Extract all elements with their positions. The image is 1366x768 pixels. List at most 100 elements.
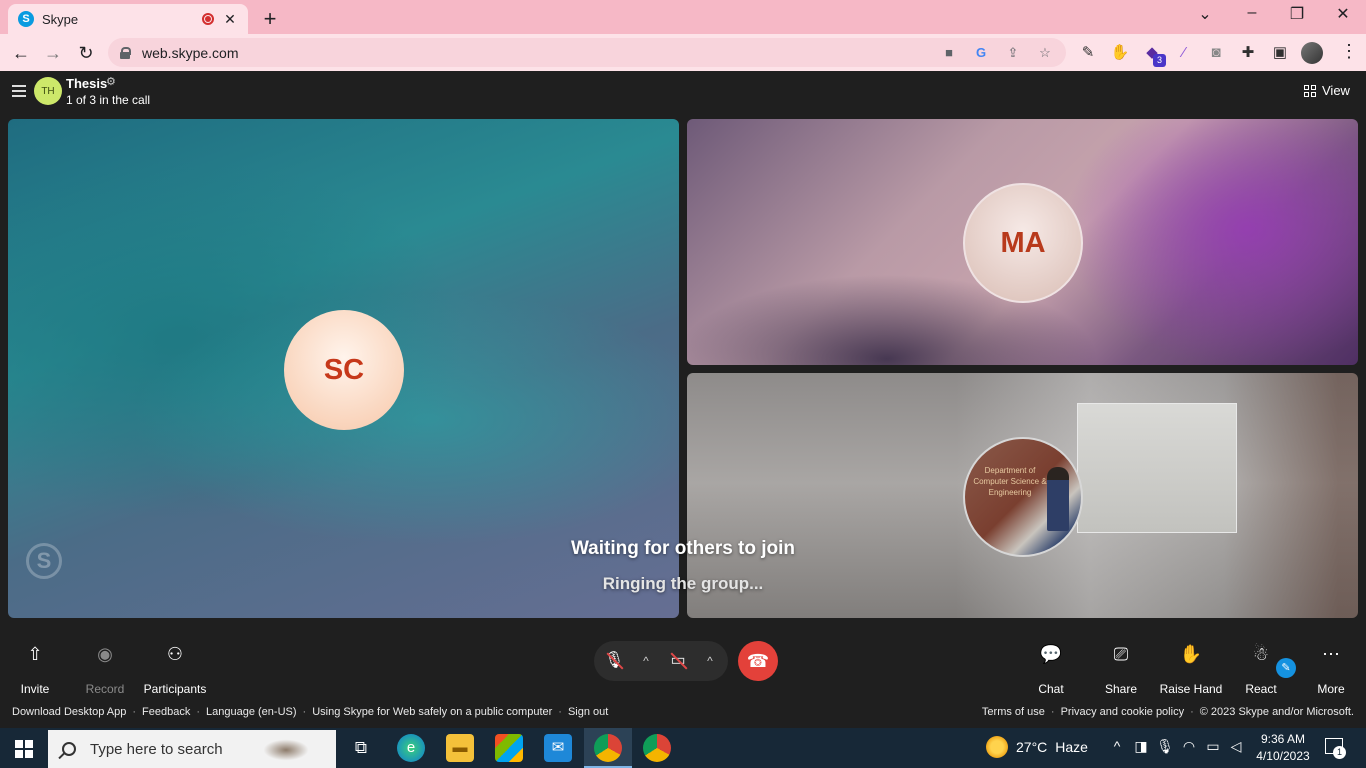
invite-label: Invite — [20, 682, 50, 696]
footer-separator: · — [302, 706, 307, 718]
footer-link-terms[interactable]: Terms of use — [982, 706, 1045, 718]
footer-link-language[interactable]: Language (en-US) — [206, 706, 297, 718]
meet-now-icon[interactable]: ◨ — [1132, 738, 1150, 755]
ringing-message: Ringing the group... — [602, 574, 764, 593]
search-icon — [62, 742, 76, 756]
pen-icon[interactable]: ⁄ — [1173, 42, 1195, 64]
tray-chevron-icon[interactable]: ^ — [1108, 738, 1126, 754]
search-placeholder: Type here to search — [90, 740, 223, 758]
camera-options-chevron-icon[interactable]: ^ — [702, 649, 718, 673]
footer-link-privacy[interactable]: Privacy and cookie policy — [1061, 706, 1185, 718]
google-icon[interactable]: G — [972, 44, 990, 62]
microphone-icon[interactable]: 🎙 — [1156, 738, 1174, 755]
raise-hand-label: Raise Hand — [1159, 682, 1223, 696]
record-button[interactable]: ◉ Record — [70, 642, 140, 696]
mic-muted-icon[interactable]: 🎙 — [602, 649, 626, 673]
footer-separator: · — [132, 706, 137, 718]
browser-tab-skype[interactable]: S Skype ✕ — [8, 4, 248, 34]
tab-search-icon[interactable]: ⌄ — [1190, 4, 1220, 24]
mail-icon[interactable]: ✉ — [544, 734, 572, 762]
more-button[interactable]: ⋯ More — [1296, 642, 1366, 696]
footer-link-download[interactable]: Download Desktop App — [12, 706, 126, 718]
footer-link-signout[interactable]: Sign out — [568, 706, 608, 718]
sidepanel-icon[interactable]: ▣ — [1269, 42, 1291, 64]
more-label: More — [1317, 682, 1345, 696]
edge-icon[interactable]: e — [397, 734, 425, 762]
photo-sign-text: Department of Computer Science & Enginee… — [973, 466, 1047, 497]
address-bar[interactable]: web.skype.com ■ G ⇪ ☆ — [108, 38, 1066, 67]
camera-icon[interactable]: ■ — [940, 44, 958, 62]
footer-link-feedback[interactable]: Feedback — [142, 706, 190, 718]
extension-badge: 3 — [1153, 54, 1166, 67]
waiting-message: Waiting for others to join — [570, 538, 796, 559]
weather-temp: 27°C — [1016, 739, 1048, 755]
tab-title: Skype — [42, 11, 79, 27]
wifi-icon[interactable]: ◠ — [1180, 738, 1198, 755]
call-header: TH Thesis ⚙ 1 of 3 in the call View — [0, 71, 1366, 119]
screenshot-icon[interactable]: ◙ — [1205, 42, 1227, 64]
photo-person — [1047, 467, 1069, 531]
reload-icon[interactable]: ↻ — [73, 40, 99, 66]
footer-separator: · — [1050, 706, 1055, 718]
raise-hand-button[interactable]: ✋ Raise Hand — [1156, 642, 1226, 696]
share-screen-icon: ⎚ — [1113, 644, 1129, 664]
task-view-icon[interactable]: ⧉ — [347, 734, 375, 762]
haze-weather-icon — [986, 736, 1008, 758]
group-settings-icon[interactable]: ⚙ — [106, 75, 116, 88]
share-icon[interactable]: ⇪ — [1004, 44, 1022, 62]
call-controls-bar: ⇧ Invite ◉ Record ⚇ Participants 🎙 ^ ▭ ^… — [0, 626, 1366, 710]
end-call-button[interactable]: ☎ — [738, 641, 778, 681]
volume-icon[interactable]: ◁ — [1227, 738, 1245, 755]
chat-button[interactable]: 💬 Chat — [1016, 642, 1086, 696]
self-profile-photo: Department of Computer Science & Enginee… — [963, 437, 1083, 557]
react-edit-icon[interactable]: ✎ — [1276, 658, 1296, 678]
windows-taskbar: Type here to search ⧉ e ▬ ✉ 27°C Haze ^ … — [0, 728, 1366, 768]
star-icon[interactable]: ☆ — [1036, 44, 1054, 62]
eyedropper-icon[interactable]: ✎ — [1077, 42, 1099, 64]
group-title[interactable]: Thesis — [66, 76, 107, 91]
notification-count: 1 — [1333, 746, 1346, 759]
profile-avatar[interactable] — [1301, 42, 1323, 64]
url-text[interactable]: web.skype.com — [142, 45, 926, 61]
file-explorer-icon[interactable]: ▬ — [446, 734, 474, 762]
minimize-button[interactable]: – — [1237, 4, 1267, 22]
lock-icon[interactable] — [120, 46, 131, 59]
puzzle-icon[interactable]: ✚ — [1237, 42, 1259, 64]
store-icon[interactable] — [495, 734, 523, 762]
back-arrow-icon[interactable]: ← — [8, 40, 34, 66]
mic-options-chevron-icon[interactable]: ^ — [638, 649, 654, 673]
battery-icon[interactable]: ▭ — [1204, 738, 1222, 755]
participants-label: Participants — [143, 682, 207, 696]
new-tab-button[interactable]: + — [258, 6, 282, 32]
window-close-button[interactable]: ✕ — [1328, 4, 1358, 24]
invite-button[interactable]: ⇧ Invite — [0, 642, 70, 696]
participants-button[interactable]: ⚇ Participants — [140, 642, 210, 696]
chrome-icon[interactable] — [643, 734, 671, 762]
hamburger-menu-icon[interactable] — [12, 85, 26, 97]
forward-arrow-icon[interactable]: → — [40, 40, 66, 66]
weather-widget[interactable]: 27°C Haze — [986, 736, 1088, 758]
footer-separator: · — [558, 706, 562, 718]
grid-view-icon — [1304, 84, 1316, 97]
view-button[interactable]: View — [1304, 83, 1350, 98]
camera-off-icon[interactable]: ▭ — [666, 649, 690, 673]
browser-toolbar: ← → ↻ web.skype.com ■ G ⇪ ☆ ✎ ✋ ◆ 3 ⁄ ◙ … — [0, 34, 1366, 71]
browser-menu-icon[interactable]: ⋮ — [1340, 41, 1358, 62]
footer-separator: · — [1190, 706, 1194, 718]
system-clock[interactable]: 9:36 AM 4/10/2023 — [1253, 731, 1313, 765]
footer-link-safety[interactable]: Using Skype for Web safely on a public c… — [312, 706, 552, 718]
background-window — [1077, 403, 1237, 533]
search-highlight-image — [256, 732, 330, 766]
react-label: React — [1245, 682, 1277, 696]
participant-tile-ma[interactable]: MA — [687, 119, 1358, 365]
participant-avatar-ma: MA — [963, 183, 1083, 303]
paw-icon[interactable]: ✋ — [1109, 42, 1131, 64]
restore-button[interactable]: ❐ — [1282, 4, 1312, 24]
windows-start-icon[interactable] — [15, 740, 33, 758]
skype-footer: Download Desktop App · Feedback · Langua… — [0, 700, 1366, 728]
chrome-profile-icon[interactable] — [594, 734, 622, 762]
group-avatar[interactable]: TH — [34, 77, 62, 105]
weather-condition: Haze — [1055, 739, 1088, 755]
hand-icon: ✋ — [1179, 644, 1203, 664]
tab-close-icon[interactable]: ✕ — [222, 11, 238, 28]
